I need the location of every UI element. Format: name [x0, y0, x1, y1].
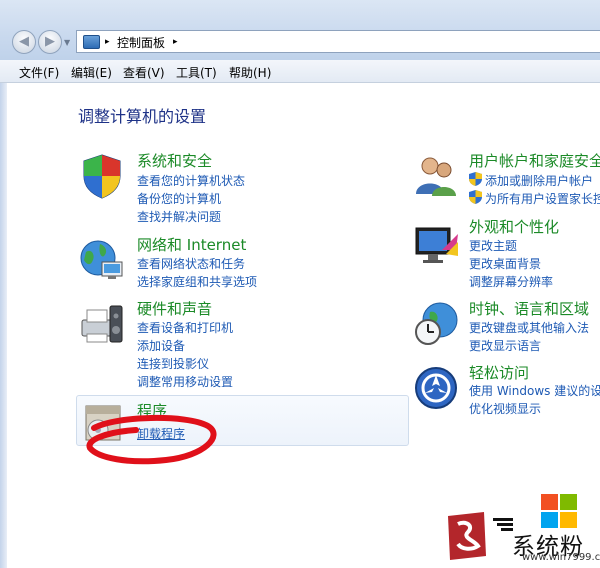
category-clock-region[interactable]: 时钟、语言和区域 — [469, 298, 589, 319]
user-accounts-icon — [416, 157, 456, 196]
back-arrow-icon: ◀ — [19, 34, 29, 49]
menu-file[interactable]: 文件(F) — [19, 64, 59, 81]
category-hardware-sound[interactable]: 硬件和声音 — [137, 298, 212, 319]
link-mobility-settings[interactable]: 调整常用移动设置 — [137, 373, 233, 390]
link-view-computer-status[interactable]: 查看您的计算机状态 — [137, 172, 245, 189]
ease-of-access-icon — [415, 367, 457, 409]
category-network-internet[interactable]: 网络和 Internet — [137, 234, 246, 255]
address-bar[interactable]: ▸ 控制面板 ▸ — [76, 30, 600, 53]
security-shield-icon — [83, 154, 121, 199]
menu-view[interactable]: 查看(V) — [123, 64, 165, 81]
link-troubleshoot[interactable]: 查找并解决问题 — [137, 208, 221, 225]
uac-shield-icon — [469, 172, 482, 186]
watermark-url: www.win7999.com — [522, 552, 600, 563]
link-devices-printers[interactable]: 查看设备和打印机 — [137, 319, 233, 336]
appearance-monitor-icon — [415, 227, 458, 263]
link-add-device[interactable]: 添加设备 — [137, 337, 185, 354]
breadcrumb-control-panel[interactable]: 控制面板 — [117, 34, 165, 51]
menu-edit[interactable]: 编辑(E) — [71, 64, 112, 81]
category-system-security[interactable]: 系统和安全 — [137, 150, 212, 171]
link-connect-projector[interactable]: 连接到投影仪 — [137, 355, 209, 372]
menu-help[interactable]: 帮助(H) — [229, 64, 271, 81]
forward-arrow-icon: ▶ — [45, 34, 55, 49]
link-optimize-display[interactable]: 优化视频显示 — [469, 400, 541, 417]
link-add-remove-accounts[interactable]: 添加或删除用户帐户 — [485, 172, 593, 189]
menu-bar: 文件(F) 编辑(E) 查看(V) 工具(T) 帮助(H) — [0, 60, 600, 83]
link-display-language[interactable]: 更改显示语言 — [469, 337, 541, 354]
link-network-status[interactable]: 查看网络状态和任务 — [137, 255, 245, 272]
link-screen-resolution[interactable]: 调整屏幕分辨率 — [469, 273, 553, 290]
menu-tools[interactable]: 工具(T) — [176, 64, 217, 81]
category-ease-of-access[interactable]: 轻松访问 — [469, 362, 529, 383]
breadcrumb-next-arrow-icon[interactable]: ▸ — [173, 37, 178, 47]
uac-shield-icon-2 — [469, 190, 482, 204]
window-left-border — [0, 83, 7, 568]
control-panel-icon — [83, 35, 100, 49]
breadcrumb-arrow-icon[interactable]: ▸ — [105, 37, 110, 47]
network-globe-icon — [80, 240, 123, 279]
link-parental-controls[interactable]: 为所有用户设置家长控 — [485, 190, 600, 207]
page-title: 调整计算机的设置 — [78, 107, 207, 126]
watermark-speed-lines-icon — [493, 518, 513, 531]
link-windows-suggested-settings[interactable]: 使用 Windows 建议的设 — [469, 382, 600, 399]
link-change-theme[interactable]: 更改主题 — [469, 237, 517, 254]
back-button[interactable]: ◀ — [12, 30, 36, 54]
category-user-accounts[interactable]: 用户帐户和家庭安全 — [469, 150, 600, 171]
watermark-seal-icon — [448, 512, 486, 560]
link-homegroup-sharing[interactable]: 选择家庭组和共享选项 — [137, 273, 257, 290]
link-backup-computer[interactable]: 备份您的计算机 — [137, 190, 221, 207]
clock-globe-icon — [415, 302, 458, 345]
link-change-keyboard[interactable]: 更改键盘或其他输入法 — [469, 319, 589, 336]
red-annotation-circle — [86, 414, 217, 465]
link-desktop-background[interactable]: 更改桌面背景 — [469, 255, 541, 272]
windows-logo-icon — [541, 494, 577, 528]
printer-speaker-icon — [81, 305, 123, 343]
category-appearance[interactable]: 外观和个性化 — [469, 216, 559, 237]
forward-button[interactable]: ▶ — [38, 30, 62, 54]
history-dropdown-icon[interactable]: ▼ — [64, 38, 70, 47]
